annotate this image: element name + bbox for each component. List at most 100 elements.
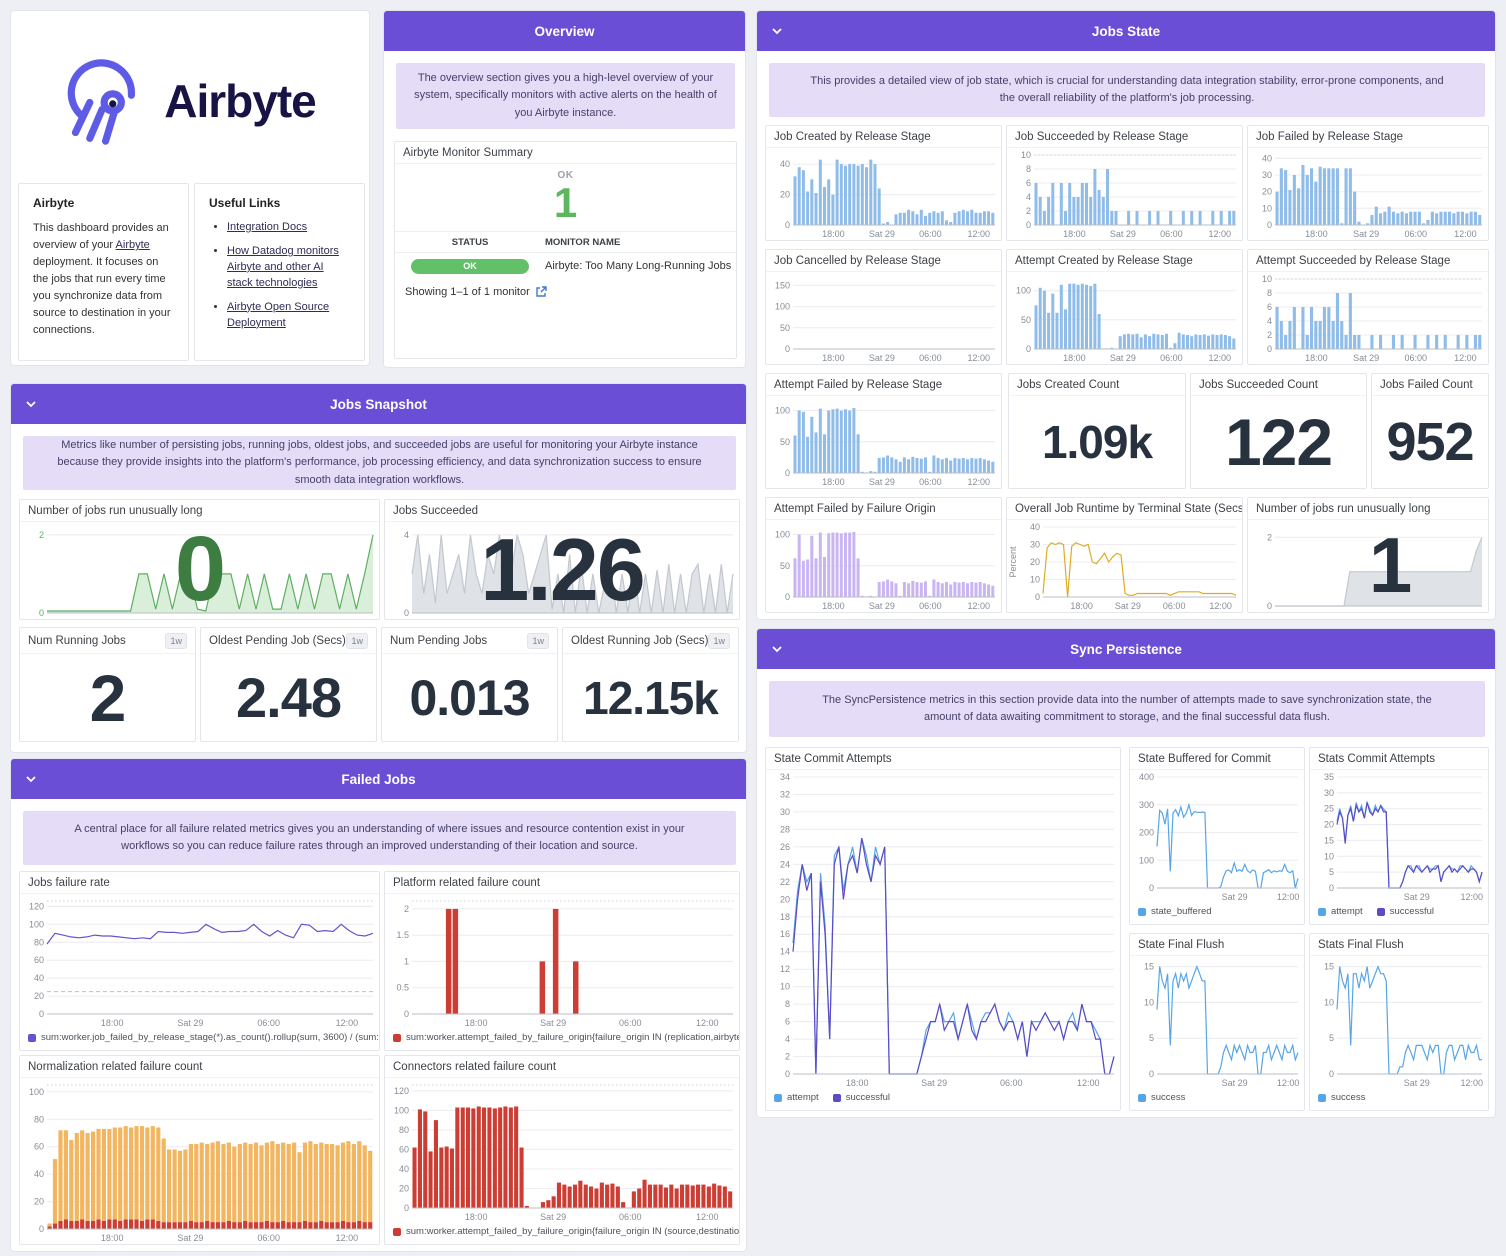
tile-value: 2	[89, 660, 127, 735]
svg-text:120: 120	[394, 1086, 409, 1096]
svg-text:4: 4	[1026, 192, 1031, 202]
svg-text:Sat 29: Sat 29	[869, 477, 895, 487]
overview-section-header: Overview	[384, 11, 745, 51]
legend-item[interactable]: success	[1318, 1092, 1365, 1103]
chart-stats-final-flush: Stats Final Flush 0 5 10 15 Sat 29 12:00 succ…	[1309, 933, 1489, 1111]
svg-text:50: 50	[1021, 315, 1031, 325]
chart-jobs-succeeded-area: Jobs Succeeded 04 1.26	[384, 499, 740, 620]
svg-text:06:00: 06:00	[619, 1212, 642, 1222]
airbyte-link[interactable]: Airbyte	[116, 239, 150, 251]
svg-text:18:00: 18:00	[465, 1018, 488, 1028]
legend-item[interactable]: attempt	[774, 1092, 819, 1103]
chevron-down-icon[interactable]	[25, 775, 37, 783]
svg-text:5: 5	[1149, 1033, 1154, 1043]
svg-text:0: 0	[1329, 883, 1334, 893]
svg-text:2: 2	[404, 904, 409, 914]
section-title: Sync Persistence	[1070, 641, 1182, 657]
svg-text:40: 40	[34, 973, 44, 983]
legend-item[interactable]: successful	[832, 1092, 890, 1103]
svg-text:50: 50	[780, 323, 790, 333]
open-source-deployment-link[interactable]: Airbyte Open Source Deployment	[227, 301, 329, 329]
chevron-down-icon[interactable]	[771, 27, 783, 35]
section-jobs-snapshot: Jobs Snapshot Metrics like number of per…	[10, 383, 747, 753]
section-overview: Overview The overview section gives you …	[383, 10, 746, 368]
monitor-status-summary: OK 1	[395, 164, 736, 225]
legend-item[interactable]: successful	[1376, 906, 1434, 917]
chart-canvas: 02	[1248, 520, 1488, 612]
chart-job-succeeded: Job Succeeded by Release Stage 0 2 4 6 8 10 18…	[1006, 125, 1243, 241]
chart-canvas: 0 20 40 60 80 100 120 18:00 Sat 29 06:00 12:00	[385, 1078, 739, 1223]
svg-text:4: 4	[785, 1034, 790, 1044]
legend-item[interactable]: success	[1138, 1092, 1185, 1103]
chart-title: Attempt Succeeded by Release Stage	[1256, 255, 1451, 267]
svg-text:Percent: Percent	[1008, 546, 1018, 578]
svg-text:60: 60	[34, 955, 44, 965]
svg-text:30: 30	[1262, 170, 1272, 180]
svg-text:300: 300	[1139, 800, 1154, 810]
svg-text:20: 20	[1262, 187, 1272, 197]
chart-legend: sum:worker.job_failed_by_release_stage(*…	[20, 1029, 379, 1050]
svg-text:50: 50	[780, 561, 790, 571]
svg-text:12:00: 12:00	[336, 1018, 359, 1028]
svg-text:2: 2	[1267, 330, 1272, 340]
monitor-summary-footer: Showing 1–1 of 1 monitor	[395, 279, 736, 304]
airbyte-logo: Airbyte	[11, 41, 369, 161]
counter-label: Jobs Succeeded Count	[1199, 379, 1318, 391]
branding-card: Airbyte Airbyte This dashboard provides …	[10, 10, 370, 366]
overview-description: The overview section gives you a high-le…	[396, 63, 735, 129]
svg-text:0: 0	[1026, 344, 1031, 354]
jobs-state-description: This provides a detailed view of job sta…	[769, 63, 1485, 117]
chart-title: Overall Job Runtime by Terminal State (S…	[1015, 503, 1242, 515]
svg-text:2: 2	[785, 1052, 790, 1062]
svg-text:0: 0	[1267, 220, 1272, 230]
svg-text:60: 60	[34, 1142, 44, 1152]
svg-text:32: 32	[780, 790, 790, 800]
svg-text:06:00: 06:00	[1160, 353, 1183, 363]
svg-text:18:00: 18:00	[822, 477, 845, 487]
svg-text:28: 28	[780, 824, 790, 834]
svg-text:Sat 29: Sat 29	[1110, 229, 1136, 239]
svg-text:06:00: 06:00	[1000, 1078, 1023, 1088]
sync-persistence-description: The SyncPersistence metrics in this sect…	[769, 681, 1485, 737]
svg-text:30: 30	[1030, 540, 1040, 550]
chart-canvas: 02	[20, 522, 379, 619]
chevron-down-icon[interactable]	[25, 400, 37, 408]
section-failed-jobs: Failed Jobs A central place for all fail…	[10, 758, 747, 1252]
svg-text:2: 2	[1026, 206, 1031, 216]
svg-text:24: 24	[780, 859, 790, 869]
svg-text:25: 25	[1324, 804, 1334, 814]
legend-item[interactable]: state_buffered	[1138, 906, 1212, 917]
svg-text:Sat 29: Sat 29	[1115, 601, 1141, 611]
legend-item[interactable]: sum:worker.attempt_failed_by_failure_ori…	[393, 1226, 739, 1237]
chart-canvas: 0 5 10 15 Sat 29 12:00	[1310, 956, 1488, 1089]
external-link-icon[interactable]	[535, 285, 548, 298]
svg-text:100: 100	[1016, 286, 1031, 296]
svg-text:100: 100	[775, 302, 790, 312]
status-badge: OK	[411, 258, 529, 274]
section-title: Jobs Snapshot	[330, 396, 427, 412]
svg-text:20: 20	[780, 190, 790, 200]
svg-text:0: 0	[404, 1009, 409, 1019]
legend-item[interactable]: sum:worker.attempt_failed_by_failure_ori…	[393, 1032, 739, 1043]
monitor-summary-title: Airbyte Monitor Summary	[403, 147, 533, 159]
integration-docs-link[interactable]: Integration Docs	[227, 221, 307, 233]
svg-text:20: 20	[34, 991, 44, 1001]
svg-text:06:00: 06:00	[919, 229, 942, 239]
svg-text:Sat 29: Sat 29	[869, 229, 895, 239]
svg-text:0: 0	[1149, 883, 1154, 893]
timeframe-badge: 1w	[708, 633, 730, 649]
legend-item[interactable]: attempt	[1318, 906, 1363, 917]
section-sync-persistence: Sync Persistence The SyncPersistence met…	[756, 628, 1496, 1118]
chart-title: Stats Commit Attempts	[1318, 753, 1435, 765]
chart-legend: attempt successful	[1310, 903, 1488, 924]
useful-links-list: Integration Docs How Datadog monitors Ai…	[209, 220, 350, 332]
svg-text:10: 10	[1144, 997, 1154, 1007]
svg-text:400: 400	[1139, 772, 1154, 782]
chevron-down-icon[interactable]	[771, 645, 783, 653]
legend-item[interactable]: sum:worker.job_failed_by_release_stage(*…	[28, 1032, 379, 1043]
datadog-monitors-link[interactable]: How Datadog monitors Airbyte and other A…	[227, 245, 339, 289]
svg-text:06:00: 06:00	[1160, 229, 1183, 239]
table-row: OK Airbyte: Too Many Long-Running Jobs	[395, 253, 736, 279]
chart-canvas: 0 2 4 6 8 10 12 14 16 18 20 22 24 26 28 30 32 34 18:00 Sat …	[766, 770, 1120, 1089]
monitor-link[interactable]: Airbyte: Too Many Long-Running Jobs	[545, 260, 731, 272]
